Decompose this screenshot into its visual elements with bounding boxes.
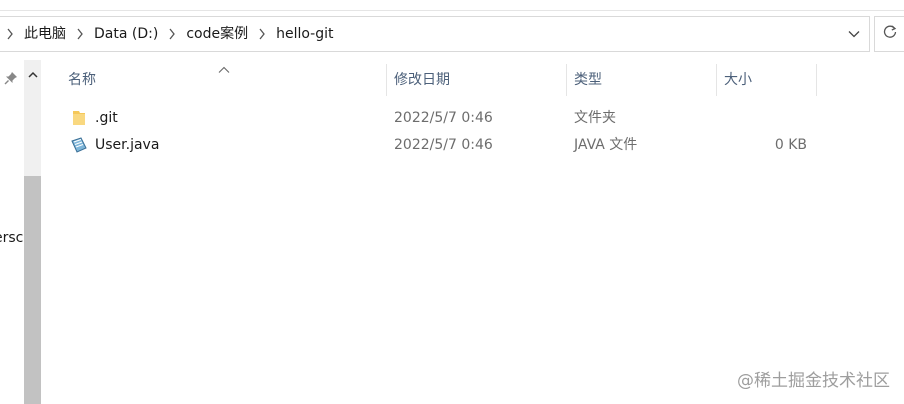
address-history-dropdown[interactable] <box>839 17 869 51</box>
folder-icon <box>70 109 88 127</box>
nav-scrollbar-thumb[interactable] <box>24 176 41 404</box>
navigation-pane: ersc <box>0 60 42 404</box>
file-modified: 2022/5/7 0:46 <box>394 137 493 153</box>
file-row-git[interactable]: .git 2022/5/7 0:46 文件夹 <box>60 105 820 132</box>
file-type: 文件夹 <box>574 110 616 126</box>
java-file-icon <box>70 136 88 154</box>
breadcrumb-this-pc[interactable]: 此电脑 <box>20 16 70 52</box>
file-size <box>724 105 807 132</box>
chevron-up-icon[interactable] <box>24 66 41 83</box>
nav-item-label[interactable]: ersc <box>0 230 24 246</box>
address-bar[interactable]: 此电脑 Data (D:) code案例 hello-git <box>0 16 870 52</box>
column-header-name[interactable]: 名称 <box>60 64 386 96</box>
pin-icon[interactable] <box>3 70 19 86</box>
top-strip <box>0 0 904 11</box>
column-header-size[interactable]: 大小 <box>716 64 816 96</box>
file-name[interactable]: .git <box>95 105 118 132</box>
file-name[interactable]: User.java <box>95 132 159 159</box>
file-row-user-java[interactable]: User.java 2022/5/7 0:46 JAVA 文件 0 KB <box>60 132 820 159</box>
column-divider[interactable] <box>816 64 817 96</box>
chevron-down-icon <box>848 26 860 42</box>
chevron-right-icon[interactable] <box>252 16 272 52</box>
breadcrumb-drive[interactable]: Data (D:) <box>90 16 162 52</box>
refresh-icon <box>882 24 898 44</box>
chevron-right-icon[interactable] <box>70 16 90 52</box>
refresh-button[interactable] <box>874 16 904 52</box>
file-size: 0 KB <box>774 137 807 153</box>
chevron-right-icon[interactable] <box>0 16 20 52</box>
breadcrumb-code-folder[interactable]: code案例 <box>182 16 252 52</box>
breadcrumb-current-folder[interactable]: hello-git <box>272 16 337 52</box>
file-modified: 2022/5/7 0:46 <box>394 110 493 126</box>
chevron-right-icon[interactable] <box>162 16 182 52</box>
column-header-modified[interactable]: 修改日期 <box>386 64 566 96</box>
watermark: @稀土掘金技术社区 <box>737 371 890 391</box>
column-header-type[interactable]: 类型 <box>566 64 716 96</box>
file-type: JAVA 文件 <box>574 137 638 153</box>
